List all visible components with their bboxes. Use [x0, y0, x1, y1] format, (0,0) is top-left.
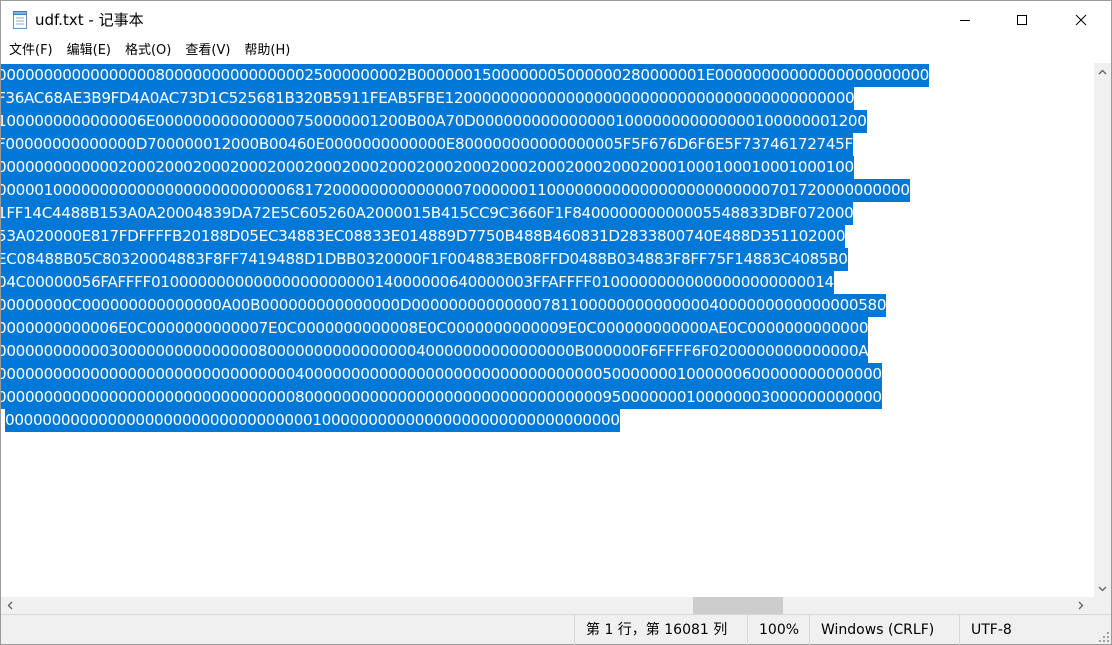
- notepad-icon: [13, 11, 27, 29]
- scroll-left-arrow-icon: [7, 601, 12, 610]
- text-line[interactable]: EC08488B05C80320004883F8FF7419488D1DBB03…: [1, 248, 848, 271]
- text-editor[interactable]: 0000000000000000080000000000000002500000…: [1, 63, 1094, 597]
- horizontal-scrollbar[interactable]: [1, 597, 1094, 614]
- text-line[interactable]: 0000000000000000080000000000000002500000…: [1, 64, 929, 87]
- text-line[interactable]: 53A020000E817FDFFFFB20188D05EC34883EC088…: [1, 225, 846, 248]
- notepad-window: udf.txt - 记事本 文件(F) 编辑(E) 格式(O) 查看(V) 帮助…: [0, 0, 1112, 645]
- maximize-button[interactable]: [999, 1, 1045, 39]
- menu-edit[interactable]: 编辑(E): [60, 39, 118, 63]
- scroll-right-arrow-icon: [1078, 601, 1083, 610]
- menu-bar: 文件(F) 编辑(E) 格式(O) 查看(V) 帮助(H): [1, 39, 1111, 63]
- text-line[interactable]: 0000000000000000000000000000000040000000…: [1, 363, 882, 386]
- text-line[interactable]: 0000000000000000000000000000000080000000…: [1, 386, 882, 409]
- scrollbar-corner: [1094, 597, 1111, 614]
- minimize-icon: [960, 20, 970, 21]
- zoom-level: 100%: [747, 615, 809, 645]
- menu-format[interactable]: 格式(O): [118, 39, 178, 63]
- scroll-up-button[interactable]: [1094, 63, 1111, 80]
- text-line[interactable]: 0000000000006E0C0000000000007E0C00000000…: [1, 317, 869, 340]
- scroll-left-button[interactable]: [1, 597, 18, 614]
- text-line[interactable]: 0000000000000200020002000200020002000200…: [1, 156, 854, 179]
- text-line[interactable]: 0000010000000000000000000000000681720000…: [1, 179, 910, 202]
- text-line[interactable]: F36AC68AE3B9FD4A0AC73D1C525681B320B5911F…: [1, 87, 855, 110]
- text-line[interactable]: F00000000000000D700000012000B00460E00000…: [1, 133, 853, 156]
- cursor-position: 第 1 行，第 16081 列: [574, 615, 747, 645]
- maximize-icon: [1017, 15, 1027, 25]
- minimize-button[interactable]: [942, 1, 988, 39]
- scroll-down-button[interactable]: [1094, 580, 1111, 597]
- title-bar[interactable]: udf.txt - 记事本: [1, 1, 1111, 39]
- status-bar: 第 1 行，第 16081 列 100% Windows (CRLF) UTF-…: [1, 614, 1111, 645]
- close-icon: [1075, 14, 1087, 26]
- scroll-up-arrow-icon: [1098, 69, 1107, 74]
- encoding: UTF-8: [959, 615, 1099, 645]
- close-button[interactable]: [1058, 1, 1104, 39]
- text-line[interactable]: 0000000000000000000000000000000001000000…: [5, 409, 620, 432]
- text-line[interactable]: 1FF14C4488B153A0A20004839DA72E5C605260A2…: [1, 202, 854, 225]
- horizontal-scroll-thumb[interactable]: [693, 597, 783, 614]
- text-line[interactable]: 04C00000056FAFFFF01000000000000000000000…: [1, 271, 834, 294]
- line-ending: Windows (CRLF): [809, 615, 959, 645]
- text-line[interactable]: 1000000000000006E00000000000000075000000…: [1, 110, 867, 133]
- scroll-right-button[interactable]: [1072, 597, 1089, 614]
- resize-grip-icon[interactable]: [1098, 631, 1110, 643]
- menu-view[interactable]: 查看(V): [178, 39, 237, 63]
- menu-file[interactable]: 文件(F): [1, 39, 60, 63]
- window-title: udf.txt - 记事本: [35, 11, 144, 29]
- vertical-scrollbar[interactable]: [1094, 63, 1111, 597]
- text-line[interactable]: 00000000C000000000000000A00B000000000000…: [1, 294, 887, 317]
- scroll-down-arrow-icon: [1098, 586, 1107, 591]
- menu-help[interactable]: 帮助(H): [237, 39, 297, 63]
- text-line[interactable]: 0000000000003000000000000000800000000000…: [1, 340, 869, 363]
